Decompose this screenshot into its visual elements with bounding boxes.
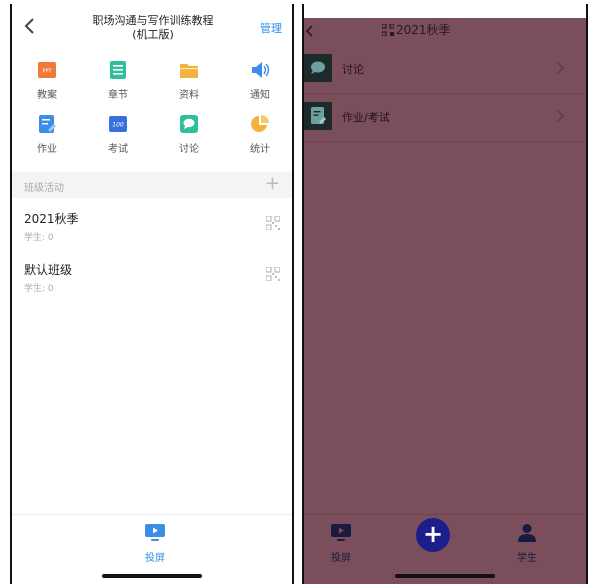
tab-projection[interactable]: 投屏 [326,523,356,564]
page-title: 职场沟通与写作训练教程 (机工版) [62,14,244,42]
class-name: 默认班级 [24,263,73,277]
grid-item-discussion[interactable]: 讨论 [159,114,219,155]
class-name: 2021秋季 [24,212,79,226]
bottom-bar: 投屏 [12,514,292,584]
class-detail-screen: 2021秋季 讨论 作业/考试 投屏 + 学生 [302,4,588,584]
back-icon[interactable] [22,16,38,36]
grid-item-notice[interactable]: 通知 [230,60,290,101]
chevron-right-icon [557,62,564,74]
screen-cast-icon [331,524,351,541]
homework-icon [39,115,56,133]
person-icon [518,524,536,542]
exam-icon-text: 100 [112,122,124,129]
grid-label: 统计 [250,144,270,155]
discussion-icon [304,54,332,82]
grid-label: 考试 [108,144,128,155]
chapter-icon [110,61,126,79]
exam-icon: 100 [109,116,127,132]
projection-button[interactable]: 投屏 [140,523,170,564]
plus-icon: + [422,520,444,548]
qr-code-icon[interactable] [266,267,280,281]
section-title: 班级活动 [24,183,64,194]
student-count: 学生: 0 [24,233,54,243]
top-bar: 职场沟通与写作训练教程 (机工版) 管理 [12,4,292,48]
grid-label: 教案 [37,90,57,101]
status-area [304,4,586,18]
grid-label: 讨论 [179,144,199,155]
course-title: 职场沟通与写作训练教程 [92,14,214,27]
qr-code-icon[interactable] [266,216,280,230]
manage-button[interactable]: 管理 [260,20,282,36]
page-title: 2021秋季 [396,23,451,37]
pie-chart-icon [251,115,269,132]
class-activity-header: 班级活动 + [12,172,292,198]
list-item-label: 讨论 [342,63,364,76]
grid-label: 资料 [179,90,199,101]
homework-icon [304,102,332,130]
folder-icon [180,64,198,78]
course-screen: 职场沟通与写作训练教程 (机工版) 管理 PPT 教案 章节 资料 通知 作业 … [10,4,294,584]
tab-label: 投屏 [331,553,351,564]
tab-students[interactable]: 学生 [512,523,542,564]
add-button[interactable]: + [416,518,450,552]
chevron-right-icon [557,110,564,122]
course-edition: (机工版) [132,28,174,41]
student-count: 学生: 0 [24,284,54,294]
speaker-icon [252,62,270,78]
list-item-label: 作业/考试 [342,111,390,124]
home-indicator [102,574,202,578]
home-indicator [395,574,495,578]
grid-item-lesson-plan[interactable]: PPT 教案 [17,60,77,101]
qr-code-icon[interactable] [382,24,394,36]
back-icon[interactable] [304,24,314,38]
class-item[interactable]: 默认班级 学生: 0 [12,257,292,307]
top-bar: 2021秋季 [304,18,586,44]
list-item-homework-exam[interactable]: 作业/考试 [304,94,586,142]
bottom-bar: 投屏 + 学生 [304,514,586,584]
list-item-discussion[interactable]: 讨论 [304,46,586,94]
grid-label: 通知 [250,90,270,101]
grid-label: 作业 [37,144,57,155]
grid-item-statistics[interactable]: 统计 [230,114,290,155]
discussion-icon [180,115,198,133]
class-item[interactable]: 2021秋季 学生: 0 [12,206,292,256]
grid-item-exam[interactable]: 100 考试 [88,114,148,155]
add-class-button[interactable]: + [265,174,280,194]
ppt-icon-text: PPT [42,69,52,75]
grid-label: 章节 [108,90,128,101]
grid-item-homework[interactable]: 作业 [17,114,77,155]
projection-label: 投屏 [145,553,165,564]
ppt-icon: PPT [38,62,56,78]
grid-item-chapter[interactable]: 章节 [88,60,148,101]
tab-label: 学生 [517,553,537,564]
screen-cast-icon [145,524,165,541]
grid-item-materials[interactable]: 资料 [159,60,219,101]
